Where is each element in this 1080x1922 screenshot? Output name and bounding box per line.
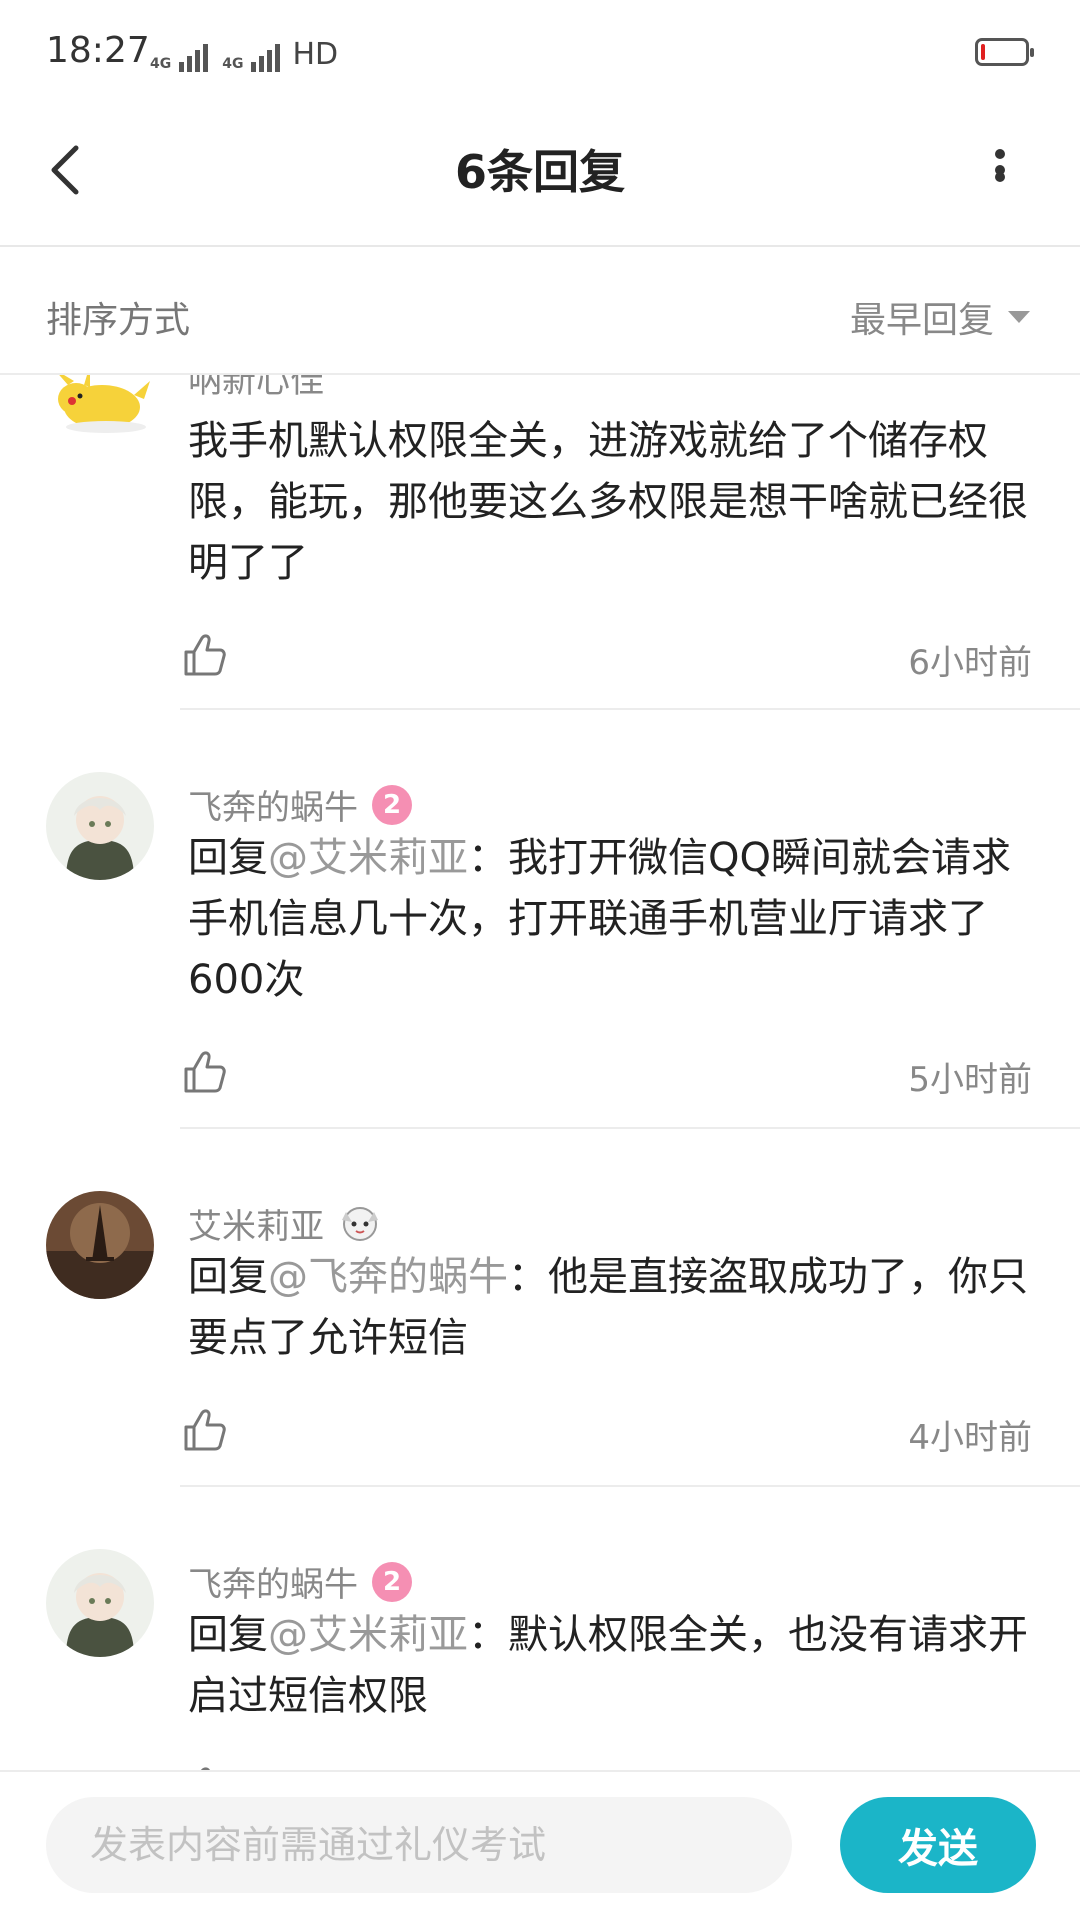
author-name: 飞奔的蜗牛: [188, 1565, 358, 1605]
sort-bar: 排序方式 最早回复: [0, 247, 1080, 375]
author-name: 呐新心佳: [188, 375, 324, 401]
reply-prefix: 回复: [188, 835, 268, 881]
signal-bars-icon: [251, 44, 281, 72]
like-button[interactable]: [180, 1763, 228, 1770]
mention-link[interactable]: @艾米莉亚: [268, 1612, 468, 1658]
page-header: 6条回复: [0, 100, 1080, 247]
author-name: 飞奔的蜗牛: [188, 788, 358, 828]
status-bar: 18:27 4G 4G HD: [0, 0, 1080, 100]
send-button[interactable]: 发送: [840, 1797, 1036, 1893]
pikachu-avatar[interactable]: [46, 375, 154, 463]
level-badge: 2: [372, 784, 412, 825]
divider: [180, 1127, 1080, 1129]
comment-author[interactable]: 艾米莉亚: [188, 1199, 382, 1248]
page-title: 6条回复: [454, 145, 625, 199]
signal-bars-icon: [179, 44, 209, 72]
network-type-2: 4G: [222, 56, 244, 72]
anime-boy-avatar[interactable]: [46, 772, 154, 880]
hd-label: HD: [292, 37, 339, 72]
anime-boy-avatar[interactable]: [46, 1549, 154, 1657]
network-type-1: 4G: [150, 56, 172, 72]
reply-prefix: 回复: [188, 1612, 268, 1658]
author-name: 艾米莉亚: [188, 1207, 324, 1247]
comment-text: 我手机默认权限全关，进游戏就给了个储存权限，能玩，那他要这么多权限是想干啥就已经…: [188, 411, 1033, 594]
comment-time: 6小时前: [908, 643, 1032, 683]
comment-author[interactable]: 飞奔的蜗牛 2: [188, 780, 412, 829]
composer-bar: 发送: [0, 1770, 1080, 1922]
comment-time: 5小时前: [908, 1060, 1032, 1100]
more-vertical-icon: [995, 149, 1005, 182]
mention-link[interactable]: @飞奔的蜗牛: [268, 1254, 508, 1300]
comment-input[interactable]: [46, 1797, 792, 1893]
divider: [180, 1485, 1080, 1487]
comment-text: 回复@艾米莉亚：默认权限全关，也没有请求开启过短信权限: [188, 1605, 1033, 1727]
mascot-icon: [342, 1206, 378, 1241]
comment-text: 回复@飞奔的蜗牛：他是直接盗取成功了，你只要点了允许短信: [188, 1247, 1033, 1369]
battery-icon: [975, 38, 1034, 66]
mention-link[interactable]: @艾米莉亚: [268, 835, 468, 881]
sort-selected-value: 最早回复: [849, 300, 994, 341]
comment-body: 我手机默认权限全关，进游戏就给了个储存权限，能玩，那他要这么多权限是想干啥就已经…: [188, 418, 1028, 586]
like-button[interactable]: [180, 1405, 228, 1453]
like-button[interactable]: [180, 1047, 228, 1095]
level-badge: 2: [372, 1561, 412, 1602]
comment-author[interactable]: 飞奔的蜗牛 2: [188, 1557, 412, 1606]
comment-text: 回复@艾米莉亚：我打开微信QQ瞬间就会请求手机信息几十次，打开联通手机营业厅请求…: [188, 828, 1033, 1011]
more-options-button[interactable]: [970, 130, 1030, 210]
divider: [180, 708, 1080, 710]
sort-label: 排序方式: [46, 300, 191, 341]
caret-down-icon: [1008, 311, 1030, 323]
sort-dropdown[interactable]: 最早回复: [850, 291, 1030, 343]
thumbs-up-icon: [200, 1767, 210, 1770]
like-button[interactable]: [180, 630, 228, 678]
comment-author[interactable]: 呐新心佳: [188, 375, 324, 402]
thumbs-up-icon: [184, 1409, 226, 1451]
eiffel-tower-avatar[interactable]: [46, 1191, 154, 1299]
thumbs-up-icon: [184, 1051, 226, 1093]
status-time: 18:27: [46, 30, 150, 71]
reply-list[interactable]: 呐新心佳 我手机默认权限全关，进游戏就给了个储存权限，能玩，那他要这么多权限是想…: [0, 375, 1080, 1770]
reply-prefix: 回复: [188, 1254, 268, 1300]
comment-time: 4小时前: [908, 1418, 1032, 1458]
signal-indicators: 4G 4G HD: [150, 32, 338, 72]
thumbs-up-icon: [184, 634, 226, 676]
